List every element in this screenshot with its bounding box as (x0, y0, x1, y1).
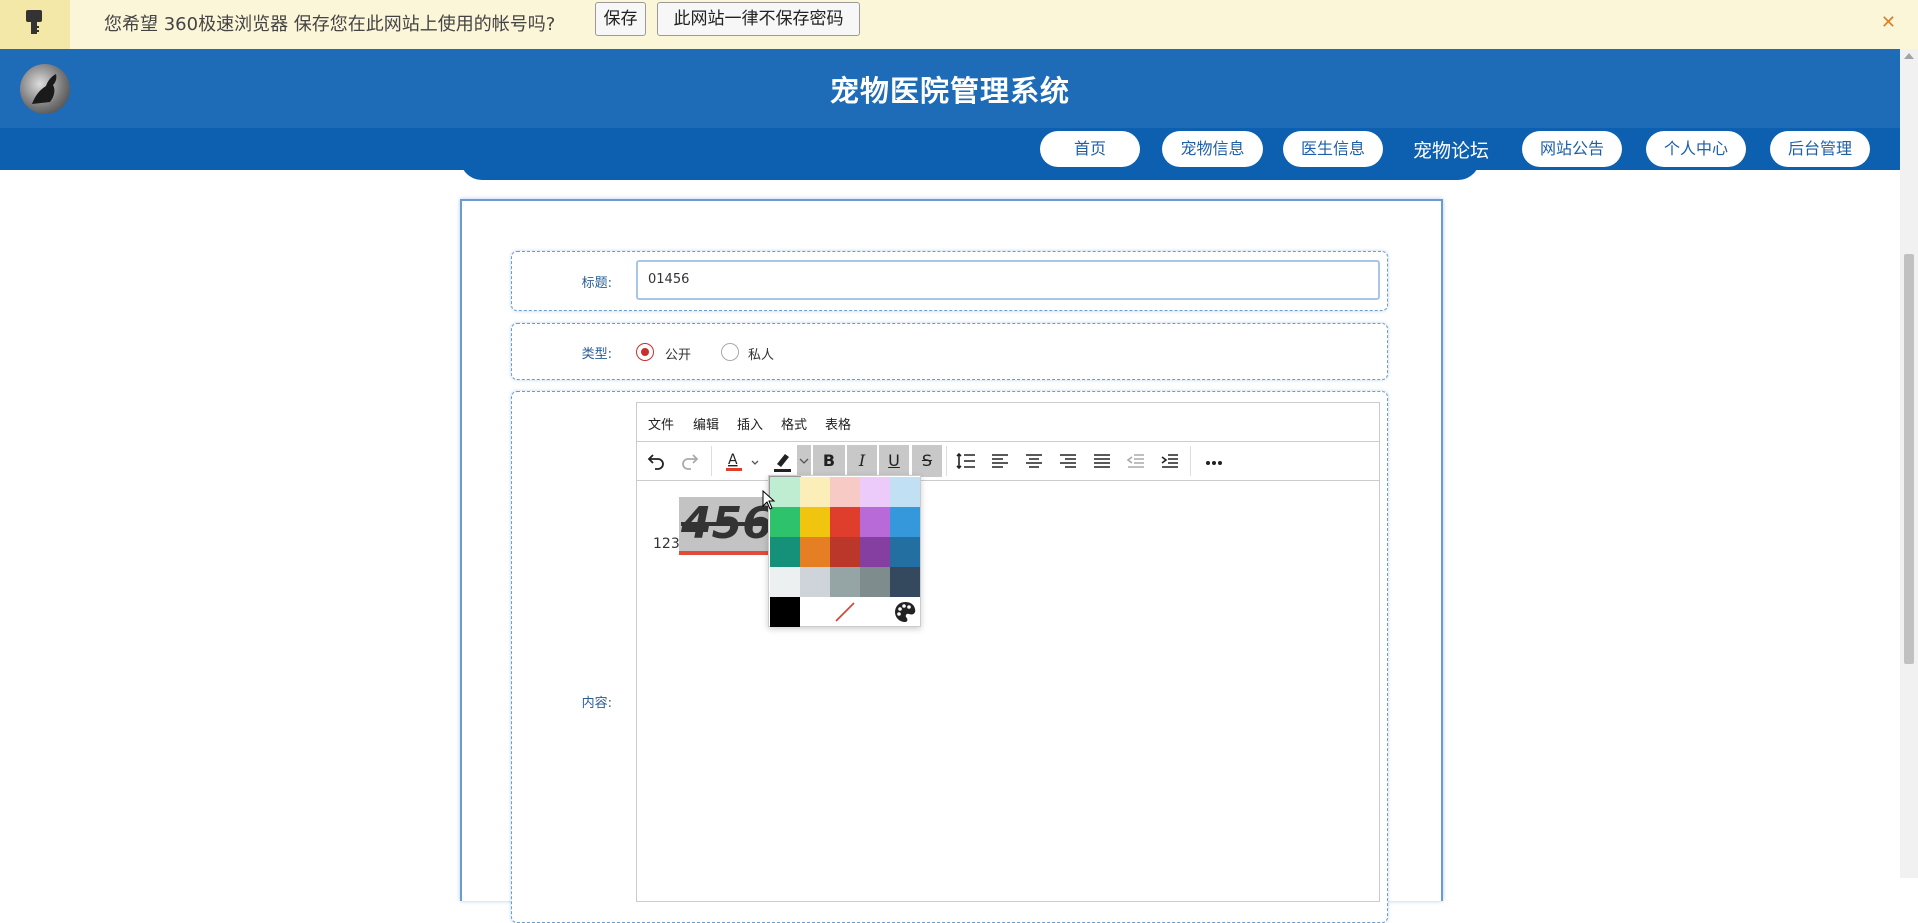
color-swatch[interactable] (830, 537, 860, 567)
content-label: 内容: (581, 696, 612, 711)
editor-menubar: 文件 编辑 插入 格式 表格 (637, 403, 1379, 442)
title-label: 标题: (581, 276, 612, 291)
undo-icon[interactable] (641, 445, 671, 477)
color-swatch[interactable] (860, 507, 890, 537)
menu-insert[interactable]: 插入 (737, 414, 763, 433)
bold-icon[interactable]: B (813, 445, 845, 477)
svg-text:A: A (728, 452, 738, 468)
nav-item-doctor-info[interactable]: 医生信息 (1283, 131, 1383, 167)
scrollbar-thumb[interactable] (1904, 254, 1914, 664)
align-right-icon[interactable] (1053, 445, 1083, 477)
toolbar-separator (1190, 446, 1191, 476)
editor-styled-text[interactable]: 456 (679, 497, 775, 555)
color-swatch[interactable] (830, 567, 860, 597)
color-swatch[interactable] (860, 477, 890, 507)
rich-text-editor: 文件 编辑 插入 格式 表格 A B I U S 123 456 (636, 402, 1380, 902)
type-row: 类型: 公开 私人 (511, 323, 1388, 380)
outdent-icon[interactable] (1121, 445, 1151, 477)
color-swatch[interactable] (830, 477, 860, 507)
indent-icon[interactable] (1155, 445, 1185, 477)
color-swatch[interactable] (860, 537, 890, 567)
radio-public[interactable] (636, 343, 654, 361)
align-justify-icon[interactable] (1087, 445, 1117, 477)
toolbar-separator (711, 446, 712, 476)
key-icon (26, 10, 42, 34)
editor-toolbar: A B I U S (637, 442, 1379, 481)
remove-color-icon[interactable] (830, 597, 860, 627)
scroll-up-arrow-icon[interactable] (1904, 53, 1914, 59)
redo-icon[interactable] (675, 445, 705, 477)
menu-format[interactable]: 格式 (781, 414, 807, 433)
mouse-cursor-icon (762, 490, 776, 510)
color-swatch[interactable] (890, 537, 920, 567)
menu-file[interactable]: 文件 (648, 414, 674, 433)
nav-item-personal-center[interactable]: 个人中心 (1646, 131, 1746, 167)
radio-public-label[interactable]: 公开 (665, 344, 691, 363)
menu-edit[interactable]: 编辑 (693, 414, 719, 433)
nav-item-pet-forum[interactable]: 宠物论坛 (1413, 136, 1489, 163)
nav-item-home[interactable]: 首页 (1040, 131, 1140, 167)
color-swatch[interactable] (800, 477, 830, 507)
align-center-icon[interactable] (1019, 445, 1049, 477)
save-password-button[interactable]: 保存 (595, 2, 646, 36)
color-swatch[interactable] (800, 507, 830, 537)
more-icon[interactable] (1199, 445, 1229, 477)
page-scrollbar[interactable] (1900, 49, 1918, 878)
title-input[interactable]: 01456 (636, 260, 1380, 300)
content-row: 内容: 文件 编辑 插入 格式 表格 A B I U S 123 456 (511, 391, 1388, 923)
password-save-message: 您希望 360极速浏览器 保存您在此网站上使用的帐号吗? (104, 14, 556, 35)
italic-icon[interactable]: I (847, 445, 877, 477)
color-swatch[interactable] (890, 507, 920, 537)
never-save-password-button[interactable]: 此网站一律不保存密码 (657, 2, 860, 36)
color-swatch[interactable] (830, 507, 860, 537)
toolbar-separator (946, 446, 947, 476)
post-form-card: 标题: 01456 类型: 公开 私人 内容: 文件 编辑 插入 格式 表格 A… (460, 199, 1443, 923)
color-swatch[interactable] (800, 567, 830, 597)
nav-item-pet-info[interactable]: 宠物信息 (1162, 131, 1263, 167)
line-height-icon[interactable] (951, 445, 981, 477)
color-swatch[interactable] (890, 567, 920, 597)
site-title: 宠物医院管理系统 (829, 74, 1070, 108)
text-color-icon[interactable]: A (717, 445, 763, 477)
title-row: 标题: 01456 (511, 251, 1388, 311)
password-save-bar: 您希望 360极速浏览器 保存您在此网站上使用的帐号吗? 保存 此网站一律不保存… (0, 0, 1918, 50)
radio-private-label[interactable]: 私人 (748, 344, 774, 363)
editor-plain-text[interactable]: 123 (653, 536, 680, 552)
close-icon[interactable]: ✕ (1881, 12, 1896, 33)
color-swatch[interactable] (770, 567, 800, 597)
nav-item-admin[interactable]: 后台管理 (1770, 131, 1870, 167)
align-left-icon[interactable] (985, 445, 1015, 477)
type-label: 类型: (581, 347, 612, 362)
color-swatch[interactable] (860, 567, 890, 597)
highlight-icon[interactable] (767, 445, 797, 477)
color-swatch[interactable] (800, 537, 830, 567)
color-swatch[interactable] (890, 477, 920, 507)
underline-icon[interactable]: U (879, 445, 909, 477)
nav-item-announcements[interactable]: 网站公告 (1522, 131, 1622, 167)
key-icon-box (0, 0, 70, 49)
strikethrough-icon[interactable]: S (912, 445, 942, 477)
highlight-dropdown-chevron-icon[interactable] (797, 445, 811, 477)
site-header: 宠物医院管理系统 (0, 49, 1900, 128)
color-swatch[interactable] (770, 537, 800, 567)
color-swatch[interactable] (770, 597, 800, 627)
custom-color-palette-icon[interactable] (890, 597, 920, 627)
color-swatch[interactable] (770, 507, 800, 537)
radio-private[interactable] (721, 343, 739, 361)
menu-table[interactable]: 表格 (825, 414, 851, 433)
highlight-color-picker (768, 475, 921, 627)
